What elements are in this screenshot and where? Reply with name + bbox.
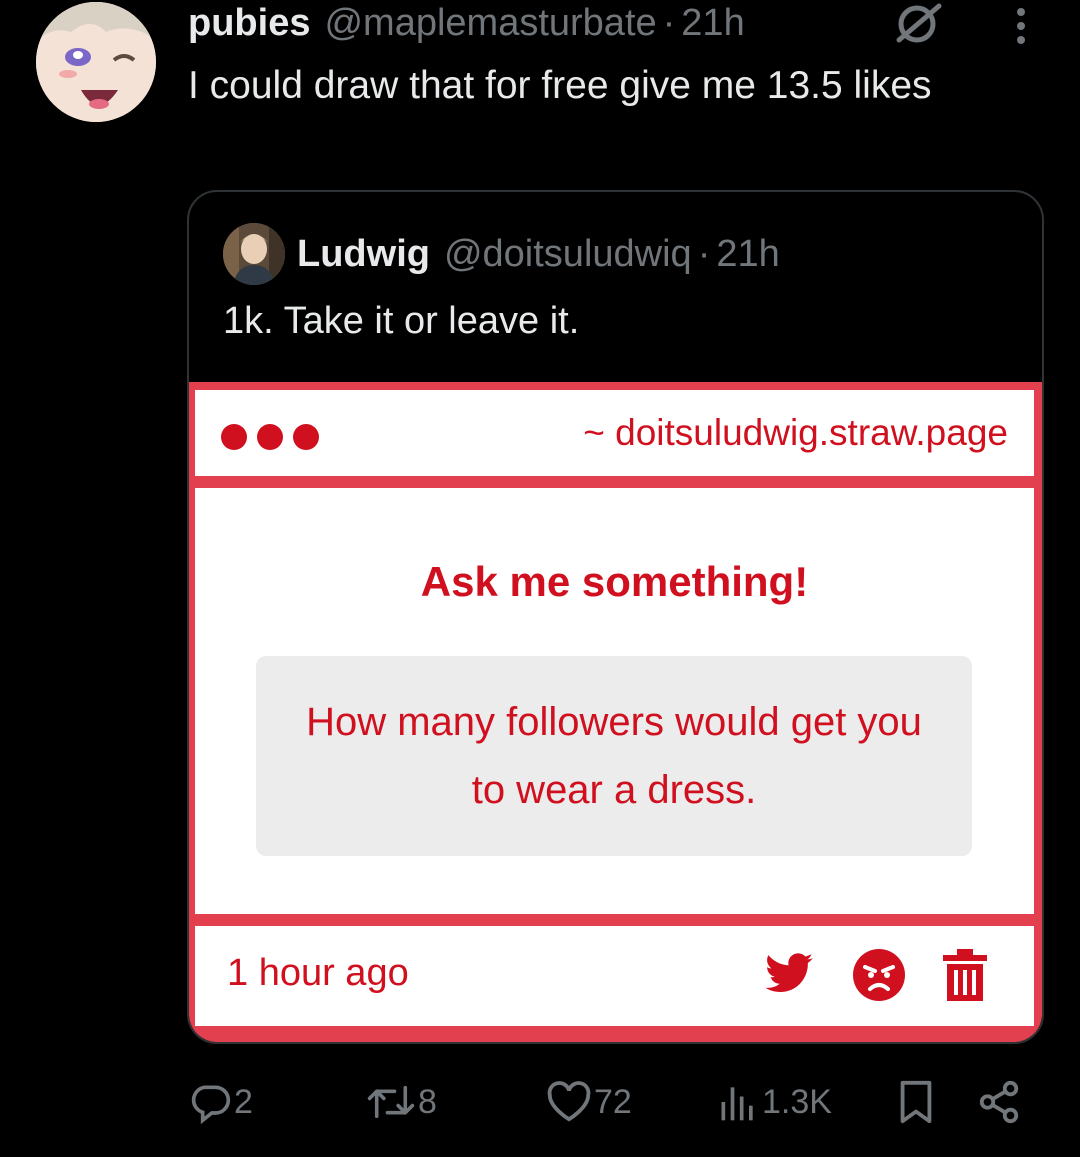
retweet-button[interactable]: 8 [366, 1072, 437, 1132]
quoted-author-avatar[interactable] [223, 223, 285, 285]
heart-icon [547, 1081, 591, 1122]
share-icon [979, 1080, 1019, 1124]
quoted-tweet-header: Ludwig @doitsuludwiq · 21h [223, 222, 780, 286]
tweet-actions: 2 8 72 1.3K [0, 1072, 1080, 1132]
share-button[interactable] [976, 1072, 1022, 1132]
window-dots [221, 424, 319, 450]
quoted-author-handle[interactable]: @doitsuludwiq [444, 233, 692, 276]
like-button[interactable]: 72 [546, 1072, 632, 1132]
author-name[interactable]: pubies [188, 2, 310, 45]
view-count: 1.3K [762, 1082, 832, 1121]
trash-icon [941, 948, 989, 1002]
reply-count: 2 [234, 1082, 253, 1121]
tweet-text: I could draw that for free give me 13.5 … [188, 64, 932, 107]
reply-button[interactable]: 2 [188, 1072, 253, 1132]
question-card: Ask me something! How many followers wou… [195, 488, 1034, 914]
grok-icon[interactable] [893, 2, 943, 44]
reply-icon [191, 1085, 231, 1124]
more-options-icon[interactable] [1008, 6, 1034, 46]
quoted-tweet[interactable]: Ludwig @doitsuludwiq · 21h 1k. Take it o… [187, 190, 1044, 1044]
retweet-count: 8 [418, 1082, 437, 1121]
quoted-author-name[interactable]: Ludwig [297, 233, 430, 276]
ask-heading: Ask me something! [420, 558, 809, 605]
author-handle[interactable]: @maplemasturbate [324, 2, 656, 45]
bookmark-icon [900, 1080, 932, 1124]
separator-dot: · [662, 1, 676, 44]
card-footer: 1 hour ago [195, 926, 1034, 1026]
views-icon [721, 1087, 753, 1121]
page-url: ~ doitsuludwig.straw.page [583, 412, 1008, 453]
time-ago: 1 hour ago [227, 952, 409, 994]
views-button[interactable]: 1.3K [716, 1072, 832, 1132]
tweet-header: pubies @maplemasturbate · 21h [188, 0, 745, 46]
quoted-tweet-time[interactable]: 21h [716, 233, 779, 276]
tweet-time[interactable]: 21h [681, 2, 744, 45]
like-count: 72 [594, 1082, 632, 1121]
quoted-tweet-text: 1k. Take it or leave it. [223, 300, 580, 342]
separator-dot: · [697, 232, 711, 275]
bookmark-button[interactable] [896, 1072, 936, 1132]
question-box: How many followers would get you to wear… [256, 656, 972, 856]
retweet-icon [367, 1085, 415, 1119]
angry-face-icon [852, 948, 906, 1002]
question-text: How many followers would get you to wear… [306, 700, 922, 812]
author-avatar[interactable] [36, 2, 156, 122]
quoted-tweet-image[interactable]: ~ doitsuludwig.straw.page Ask me somethi… [189, 382, 1042, 1042]
twitter-icon [761, 948, 817, 1000]
browser-bar: ~ doitsuludwig.straw.page [195, 390, 1034, 476]
